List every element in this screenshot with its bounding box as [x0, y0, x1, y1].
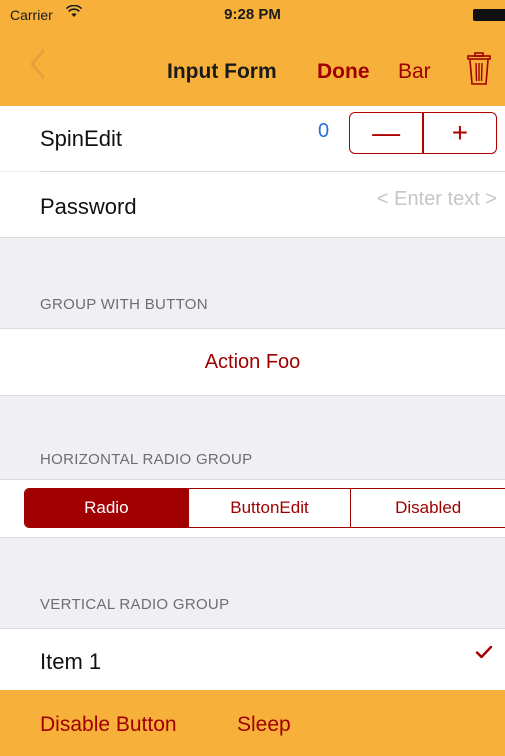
spinedit-label: SpinEdit: [40, 126, 122, 151]
done-button[interactable]: Done: [317, 60, 370, 84]
page-title: Input Form: [167, 60, 277, 83]
password-label: Password: [40, 194, 137, 219]
bottom-toolbar: Disable Button Sleep: [0, 690, 505, 756]
increment-button[interactable]: +: [424, 113, 496, 153]
password-field[interactable]: < Enter text >: [377, 188, 497, 211]
action-foo-button[interactable]: Action Foo: [0, 351, 505, 374]
divider: [0, 395, 505, 396]
bar-button[interactable]: Bar: [398, 60, 431, 84]
status-bar: Carrier 9:28 PM: [0, 0, 505, 30]
spinedit-row: SpinEdit 0 — +: [0, 106, 505, 171]
action-row: Action Foo: [0, 329, 505, 395]
vertical-radio-item-1[interactable]: Item 1: [0, 629, 505, 690]
sleep-button[interactable]: Sleep: [237, 713, 291, 737]
decrement-button[interactable]: —: [350, 113, 422, 153]
radio-option-disabled[interactable]: Disabled: [351, 489, 505, 527]
section-header-vertical-radio: VERTICAL RADIO GROUP: [40, 596, 230, 613]
divider: [0, 237, 505, 238]
section-header-group-with-button: GROUP WITH BUTTON: [40, 296, 208, 313]
password-row[interactable]: Password < Enter text >: [0, 172, 505, 237]
radio-option-buttonedit[interactable]: ButtonEdit: [189, 489, 350, 527]
radio-option-radio[interactable]: Radio: [25, 489, 188, 527]
checkmark-icon: [475, 645, 493, 664]
divider: [0, 537, 505, 538]
section-header-horizontal-radio: HORIZONTAL RADIO GROUP: [40, 451, 253, 468]
chevron-left-icon[interactable]: [28, 48, 46, 89]
disable-button[interactable]: Disable Button: [40, 713, 177, 737]
battery-icon: [473, 9, 505, 21]
status-time: 9:28 PM: [224, 6, 281, 23]
item-1-label: Item 1: [40, 649, 102, 674]
navigation-bar: Input Form Done Bar: [0, 30, 505, 106]
horizontal-radio-group: Radio ButtonEdit Disabled: [24, 488, 505, 528]
spinedit-value: 0: [318, 120, 330, 142]
trash-icon[interactable]: [467, 52, 491, 91]
quantity-stepper: — +: [349, 112, 497, 154]
